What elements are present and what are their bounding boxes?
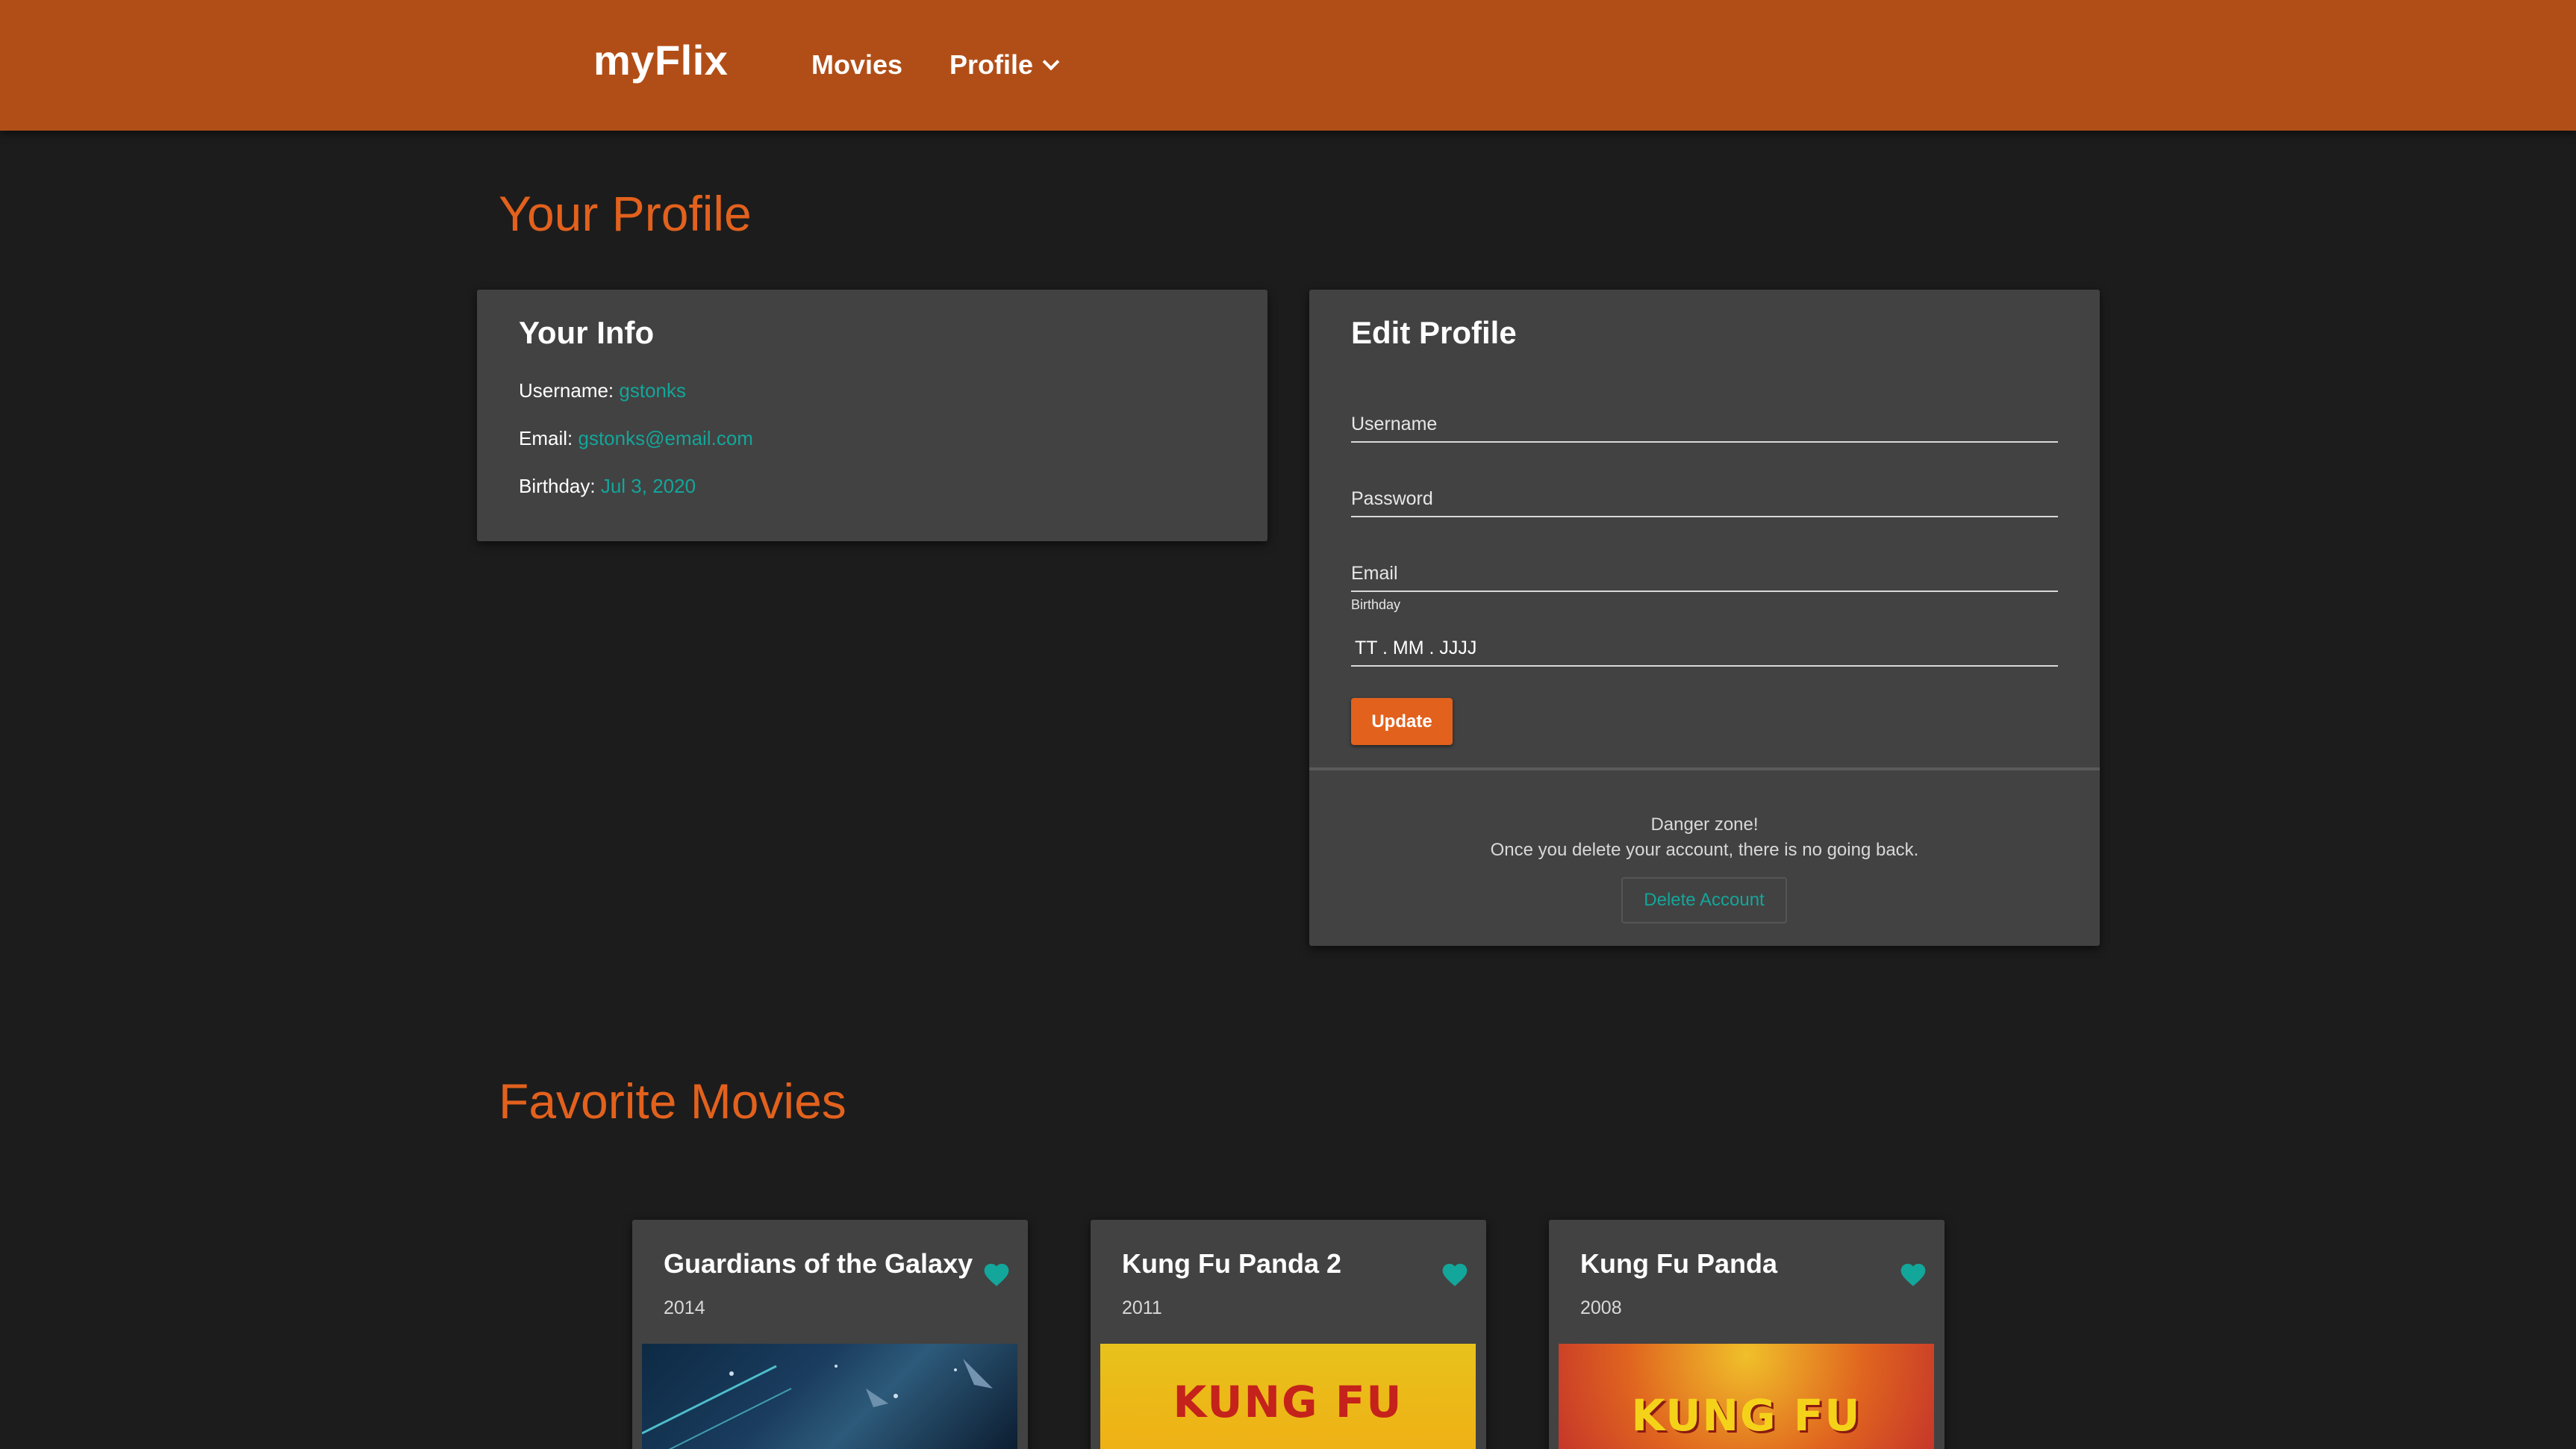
poster-logo-text: KUNG FU — [1173, 1377, 1403, 1427]
username-row: Username: gstonks — [519, 379, 686, 402]
movie-card[interactable]: Kung Fu Panda 2 2011 KUNG FU — [1091, 1220, 1486, 1449]
movie-year: 2014 — [664, 1297, 705, 1318]
update-button[interactable]: Update — [1351, 698, 1453, 745]
birthday-row: Birthday: Jul 3, 2020 — [519, 475, 696, 498]
divider — [1309, 767, 2100, 770]
poster-logo-text: KUNG FU — [1631, 1390, 1862, 1441]
brand-logo[interactable]: myFlix — [593, 36, 728, 84]
username-field[interactable]: Username — [1351, 398, 2058, 443]
movie-card[interactable]: Kung Fu Panda 2008 KUNG FU — [1549, 1220, 1945, 1449]
movie-card[interactable]: Guardians of the Galaxy 2014 — [632, 1220, 1028, 1449]
birthday-value: Jul 3, 2020 — [600, 475, 696, 497]
movie-poster[interactable] — [642, 1344, 1017, 1449]
chevron-down-icon — [1042, 53, 1060, 71]
email-label: Email: — [519, 427, 573, 449]
page: myFlix Movies Profile Your Profile Your … — [0, 0, 2576, 1449]
movie-poster[interactable]: KUNG FU — [1559, 1344, 1934, 1449]
nav-profile-label: Profile — [949, 49, 1034, 80]
movie-title[interactable]: Guardians of the Galaxy — [664, 1248, 973, 1280]
birthday-label: Birthday: — [519, 475, 596, 497]
email-field-label: Email — [1351, 563, 1398, 584]
page-title: Your Profile — [499, 186, 752, 241]
birthday-field-label: Birthday — [1351, 597, 1401, 612]
username-label: Username: — [519, 379, 614, 402]
movie-title[interactable]: Kung Fu Panda — [1580, 1248, 1777, 1280]
edit-profile-card: Edit Profile Username Password Email Bir… — [1309, 290, 2100, 946]
username-value: gstonks — [619, 379, 686, 402]
movie-poster[interactable]: KUNG FU — [1100, 1344, 1476, 1449]
heart-icon[interactable] — [1898, 1260, 1928, 1287]
danger-zone-warning: Once you delete your account, there is n… — [1490, 840, 1919, 860]
edit-card-title: Edit Profile — [1351, 315, 1517, 350]
your-info-card: Your Info Username: gstonks Email: gston… — [477, 290, 1267, 541]
danger-zone-text: Danger zone! Once you delete your accoun… — [1309, 812, 2100, 863]
delete-account-button[interactable]: Delete Account — [1621, 877, 1787, 923]
password-field-label: Password — [1351, 488, 1433, 509]
email-value: gstonks@email.com — [578, 427, 753, 449]
heart-icon[interactable] — [1440, 1260, 1470, 1287]
top-navbar: myFlix Movies Profile — [0, 0, 2576, 131]
danger-zone-heading: Danger zone! — [1650, 814, 1759, 835]
movie-title[interactable]: Kung Fu Panda 2 — [1122, 1248, 1341, 1280]
password-field[interactable]: Password — [1351, 473, 2058, 517]
email-field[interactable]: Email — [1351, 547, 2058, 592]
birthday-date-placeholder: TT . MM . JJJJ — [1355, 638, 1477, 658]
movie-year: 2008 — [1580, 1297, 1622, 1318]
favorites-title: Favorite Movies — [499, 1073, 846, 1129]
nav-profile-dropdown[interactable]: Profile — [949, 49, 1060, 81]
heart-icon[interactable] — [982, 1260, 1011, 1287]
email-row: Email: gstonks@email.com — [519, 427, 753, 450]
username-field-label: Username — [1351, 414, 1438, 434]
nav-movies-link[interactable]: Movies — [811, 49, 902, 81]
movie-year: 2011 — [1122, 1297, 1162, 1318]
info-card-title: Your Info — [519, 315, 655, 350]
birthday-field[interactable]: Birthday TT . MM . JJJJ — [1351, 597, 2058, 667]
